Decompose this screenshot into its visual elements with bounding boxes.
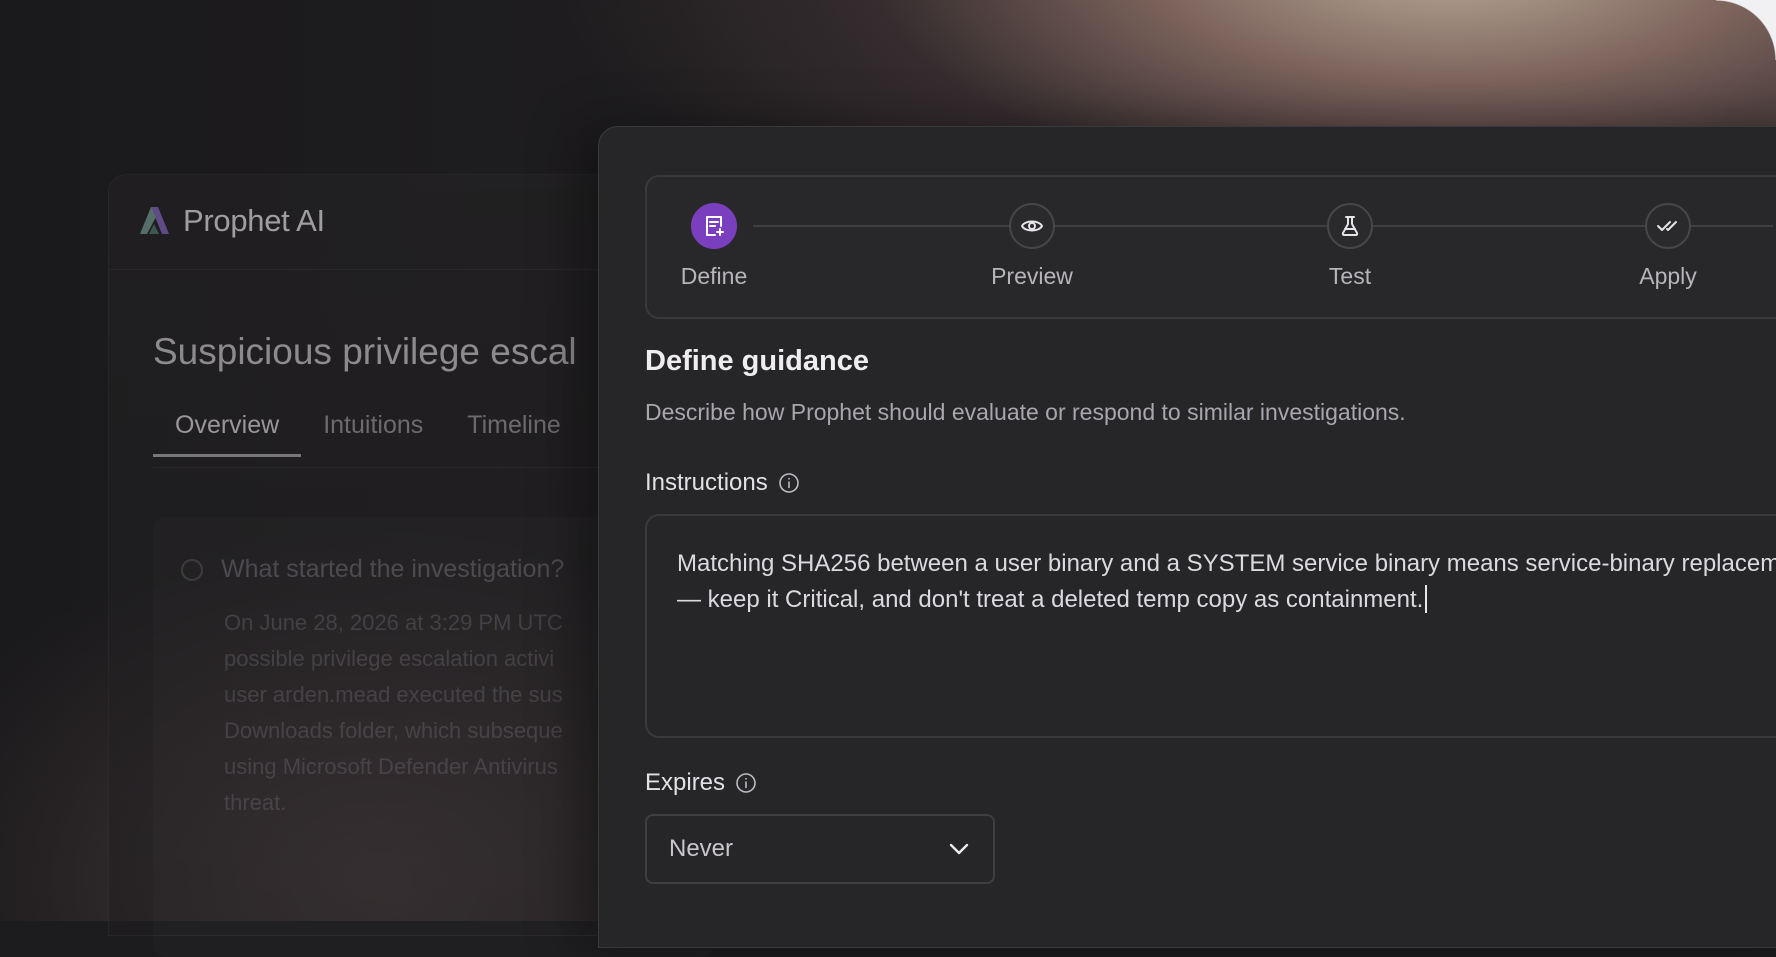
page-subtitle: Describe how Prophet should evaluate or … [645,399,1406,425]
background-app-window: Prophet AI Suspicious privilege escal Ov… [108,174,670,936]
stepper: Define Preview Test Apply [645,175,1776,319]
instructions-label: Instructions [645,469,800,497]
header-divider [109,269,669,270]
step-apply[interactable]: Apply [1639,203,1697,290]
note-add-icon [706,216,724,236]
instructions-label-text: Instructions [645,469,768,496]
brand: Prophet AI [137,203,325,239]
investigation-title: Suspicious privilege escal [153,331,577,372]
double-check-icon [1657,221,1677,231]
tab-overview[interactable]: Overview [153,411,302,457]
expires-label-text: Expires [645,769,726,796]
instructions-text: Matching SHA256 between a user binary an… [677,550,1776,613]
prophet-logo-icon [140,207,169,234]
expires-select-value: Never [669,835,734,862]
step-define-label: Define [680,263,748,289]
flask-icon [1341,216,1359,236]
step-test[interactable]: Test [1326,203,1374,290]
tabs-underline [153,467,669,468]
step-define-circle [691,203,737,249]
step-preview-label: Preview [991,263,1073,289]
question-bullet-icon [181,558,203,581]
info-icon[interactable] [735,772,757,794]
step-preview[interactable]: Preview [991,203,1073,290]
question-text: What started the investigation? [221,555,565,583]
tab-timeline[interactable]: Timeline [445,411,583,457]
window-corner [1716,0,1776,60]
step-preview-circle [1009,203,1055,249]
expires-select[interactable]: Never [645,814,995,884]
question-row: What started the investigation? [181,555,564,584]
investigation-tabs: Overview Intuitions Timeline [153,411,583,457]
step-apply-label: Apply [1639,263,1697,289]
step-test-circle [1327,203,1373,249]
guidance-panel: Define Preview Test Apply Define guidanc… [598,126,1776,948]
chevron-down-icon [949,843,969,855]
expires-label: Expires [645,769,757,797]
tab-intuitions[interactable]: Intuitions [301,411,445,457]
eye-icon [1021,220,1043,232]
stepper-track [753,225,1773,227]
info-icon[interactable] [778,472,800,494]
step-define[interactable]: Define [681,203,747,290]
brand-name: Prophet AI [183,203,325,238]
text-cursor [1425,585,1428,613]
instructions-textarea[interactable]: Matching SHA256 between a user binary an… [645,514,1776,738]
step-test-label: Test [1328,263,1372,289]
step-apply-circle [1645,203,1691,249]
page-title: Define guidance [645,345,869,377]
